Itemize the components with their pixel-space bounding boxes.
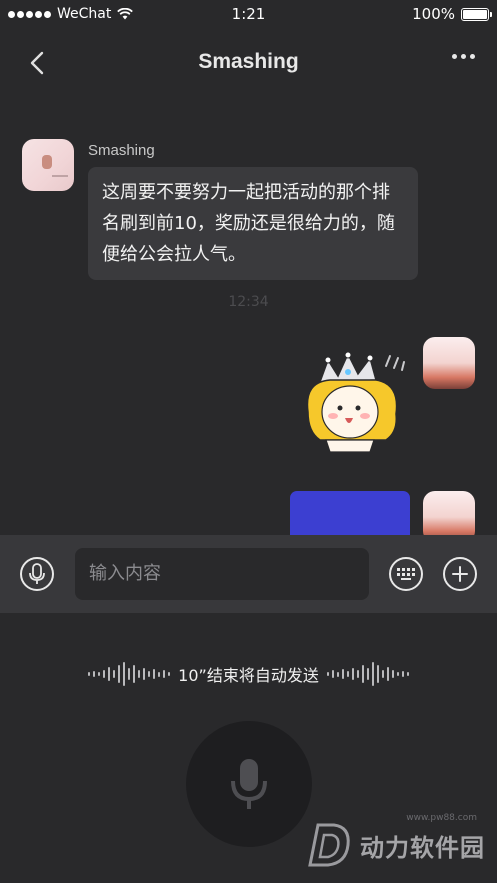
input-bar — [0, 535, 497, 613]
microphone-icon — [29, 563, 45, 584]
battery-percent: 100% — [412, 5, 455, 23]
add-attachment-button[interactable] — [443, 557, 477, 591]
voice-record-panel: 10”结束将自动发送 www.pw88.com 动力软件园 — [0, 613, 497, 883]
status-right: 100% — [412, 5, 492, 23]
my-avatar[interactable] — [423, 337, 475, 389]
more-button[interactable] — [452, 54, 475, 59]
plus-icon — [452, 566, 468, 582]
status-bar: WeChat 1:21 100% — [0, 0, 497, 28]
sticker-image[interactable] — [300, 352, 410, 457]
nav-bar: Smashing — [0, 28, 497, 98]
sender-name: Smashing — [88, 142, 155, 159]
more-dots-icon — [452, 54, 457, 59]
watermark: 动力软件园 — [304, 821, 485, 869]
microphone-icon — [231, 759, 267, 809]
keyboard-button[interactable] — [389, 557, 423, 591]
watermark-logo-icon — [308, 823, 350, 867]
incoming-message-bubble[interactable]: 这周要不要努力一起把活动的那个排名刷到前10，奖励还是很给力的，随便给公会拉人气… — [88, 167, 418, 280]
message-timestamp: 12:34 — [228, 294, 269, 310]
battery-icon — [461, 7, 492, 21]
message-input[interactable] — [75, 548, 369, 600]
countdown-row: 10”结束将自动发送 — [0, 659, 497, 689]
chat-screen: WeChat 1:21 100% Smashing Smashing 这周要不要… — [0, 0, 497, 883]
watermark-name: 动力软件园 — [360, 833, 485, 862]
waveform-right-icon — [326, 661, 409, 687]
chat-title: Smashing — [198, 50, 299, 73]
record-button[interactable] — [186, 721, 312, 847]
keyboard-icon — [397, 568, 415, 580]
countdown-text: 10”结束将自动发送 — [178, 666, 319, 685]
voice-toggle-button[interactable] — [20, 557, 54, 591]
waveform-left-icon — [88, 661, 171, 687]
contact-avatar[interactable] — [22, 139, 74, 191]
